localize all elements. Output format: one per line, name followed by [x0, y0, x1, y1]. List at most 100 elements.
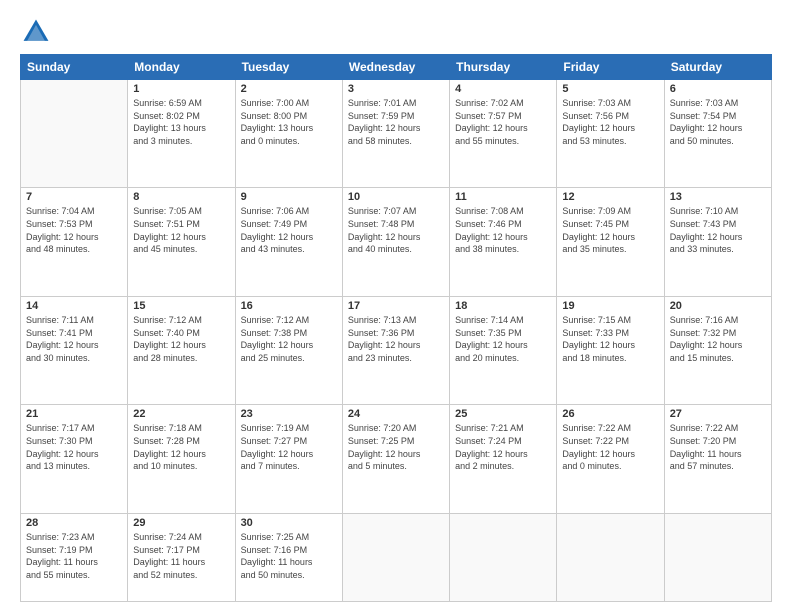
- day-number: 3: [348, 83, 444, 95]
- calendar-cell: 10 Sunrise: 7:07 AM Sunset: 7:48 PM Dayli…: [342, 188, 449, 296]
- day-number: 8: [133, 191, 229, 203]
- day-info: Sunrise: 7:17 AM Sunset: 7:30 PM Dayligh…: [26, 422, 122, 472]
- day-number: 1: [133, 83, 229, 95]
- day-number: 13: [670, 191, 766, 203]
- calendar-cell: 28 Sunrise: 7:23 AM Sunset: 7:19 PM Dayli…: [21, 513, 128, 601]
- calendar-cell: [557, 513, 664, 601]
- week-row-3: 14 Sunrise: 7:11 AM Sunset: 7:41 PM Dayli…: [21, 296, 772, 404]
- day-info: Sunrise: 6:59 AM Sunset: 8:02 PM Dayligh…: [133, 97, 229, 147]
- day-info: Sunrise: 7:22 AM Sunset: 7:22 PM Dayligh…: [562, 422, 658, 472]
- calendar-cell: 9 Sunrise: 7:06 AM Sunset: 7:49 PM Daylig…: [235, 188, 342, 296]
- day-number: 27: [670, 408, 766, 420]
- calendar-cell: 6Sunrise: 7:03 AM Sunset: 7:54 PM Daylig…: [664, 80, 771, 188]
- weekday-header-friday: Friday: [557, 55, 664, 80]
- day-info: Sunrise: 7:18 AM Sunset: 7:28 PM Dayligh…: [133, 422, 229, 472]
- weekday-header-saturday: Saturday: [664, 55, 771, 80]
- day-number: 2: [241, 83, 337, 95]
- calendar-cell: 14 Sunrise: 7:11 AM Sunset: 7:41 PM Dayli…: [21, 296, 128, 404]
- day-number: 14: [26, 300, 122, 312]
- calendar-cell: 18 Sunrise: 7:14 AM Sunset: 7:35 PM Dayli…: [450, 296, 557, 404]
- calendar-cell: 15 Sunrise: 7:12 AM Sunset: 7:40 PM Dayli…: [128, 296, 235, 404]
- header: [20, 16, 772, 48]
- day-number: 12: [562, 191, 658, 203]
- logo: [20, 16, 56, 48]
- calendar-cell: 25Sunrise: 7:21 AM Sunset: 7:24 PM Dayli…: [450, 405, 557, 513]
- day-number: 10: [348, 191, 444, 203]
- day-info: Sunrise: 7:20 AM Sunset: 7:25 PM Dayligh…: [348, 422, 444, 472]
- calendar-cell: 3 Sunrise: 7:01 AM Sunset: 7:59 PM Daylig…: [342, 80, 449, 188]
- day-info: Sunrise: 7:12 AM Sunset: 7:38 PM Dayligh…: [241, 314, 337, 364]
- calendar-cell: [21, 80, 128, 188]
- calendar-cell: 22Sunrise: 7:18 AM Sunset: 7:28 PM Dayli…: [128, 405, 235, 513]
- calendar-cell: 1 Sunrise: 6:59 AM Sunset: 8:02 PM Daylig…: [128, 80, 235, 188]
- day-number: 26: [562, 408, 658, 420]
- calendar-cell: 19 Sunrise: 7:15 AM Sunset: 7:33 PM Dayli…: [557, 296, 664, 404]
- calendar-cell: 12 Sunrise: 7:09 AM Sunset: 7:45 PM Dayli…: [557, 188, 664, 296]
- day-number: 19: [562, 300, 658, 312]
- day-info: Sunrise: 7:22 AM Sunset: 7:20 PM Dayligh…: [670, 422, 766, 472]
- day-info: Sunrise: 7:15 AM Sunset: 7:33 PM Dayligh…: [562, 314, 658, 364]
- day-info: Sunrise: 7:13 AM Sunset: 7:36 PM Dayligh…: [348, 314, 444, 364]
- calendar-cell: 4Sunrise: 7:02 AM Sunset: 7:57 PM Daylig…: [450, 80, 557, 188]
- week-row-4: 21 Sunrise: 7:17 AM Sunset: 7:30 PM Dayli…: [21, 405, 772, 513]
- page: SundayMondayTuesdayWednesdayThursdayFrid…: [0, 0, 792, 612]
- day-number: 21: [26, 408, 122, 420]
- calendar-cell: 24 Sunrise: 7:20 AM Sunset: 7:25 PM Dayli…: [342, 405, 449, 513]
- day-number: 9: [241, 191, 337, 203]
- day-info: Sunrise: 7:19 AM Sunset: 7:27 PM Dayligh…: [241, 422, 337, 472]
- calendar-cell: 16Sunrise: 7:12 AM Sunset: 7:38 PM Dayli…: [235, 296, 342, 404]
- day-info: Sunrise: 7:05 AM Sunset: 7:51 PM Dayligh…: [133, 205, 229, 255]
- week-row-5: 28 Sunrise: 7:23 AM Sunset: 7:19 PM Dayli…: [21, 513, 772, 601]
- day-info: Sunrise: 7:24 AM Sunset: 7:17 PM Dayligh…: [133, 531, 229, 581]
- day-info: Sunrise: 7:09 AM Sunset: 7:45 PM Dayligh…: [562, 205, 658, 255]
- day-number: 18: [455, 300, 551, 312]
- weekday-header-thursday: Thursday: [450, 55, 557, 80]
- day-info: Sunrise: 7:10 AM Sunset: 7:43 PM Dayligh…: [670, 205, 766, 255]
- calendar-cell: 11 Sunrise: 7:08 AM Sunset: 7:46 PM Dayli…: [450, 188, 557, 296]
- weekday-header-wednesday: Wednesday: [342, 55, 449, 80]
- day-number: 28: [26, 517, 122, 529]
- weekday-header-monday: Monday: [128, 55, 235, 80]
- calendar-cell: 2 Sunrise: 7:00 AM Sunset: 8:00 PM Daylig…: [235, 80, 342, 188]
- day-number: 24: [348, 408, 444, 420]
- day-info: Sunrise: 7:01 AM Sunset: 7:59 PM Dayligh…: [348, 97, 444, 147]
- day-info: Sunrise: 7:16 AM Sunset: 7:32 PM Dayligh…: [670, 314, 766, 364]
- day-info: Sunrise: 7:07 AM Sunset: 7:48 PM Dayligh…: [348, 205, 444, 255]
- calendar-cell: 17 Sunrise: 7:13 AM Sunset: 7:36 PM Dayli…: [342, 296, 449, 404]
- day-number: 5: [562, 83, 658, 95]
- day-number: 17: [348, 300, 444, 312]
- day-number: 29: [133, 517, 229, 529]
- day-number: 15: [133, 300, 229, 312]
- day-number: 6: [670, 83, 766, 95]
- day-number: 7: [26, 191, 122, 203]
- day-number: 23: [241, 408, 337, 420]
- day-info: Sunrise: 7:14 AM Sunset: 7:35 PM Dayligh…: [455, 314, 551, 364]
- day-info: Sunrise: 7:21 AM Sunset: 7:24 PM Dayligh…: [455, 422, 551, 472]
- day-info: Sunrise: 7:00 AM Sunset: 8:00 PM Dayligh…: [241, 97, 337, 147]
- calendar-cell: [450, 513, 557, 601]
- day-info: Sunrise: 7:25 AM Sunset: 7:16 PM Dayligh…: [241, 531, 337, 581]
- day-info: Sunrise: 7:03 AM Sunset: 7:56 PM Dayligh…: [562, 97, 658, 147]
- calendar-cell: 29 Sunrise: 7:24 AM Sunset: 7:17 PM Dayli…: [128, 513, 235, 601]
- week-row-2: 7 Sunrise: 7:04 AM Sunset: 7:53 PM Daylig…: [21, 188, 772, 296]
- day-info: Sunrise: 7:06 AM Sunset: 7:49 PM Dayligh…: [241, 205, 337, 255]
- logo-icon: [20, 16, 52, 48]
- day-info: Sunrise: 7:08 AM Sunset: 7:46 PM Dayligh…: [455, 205, 551, 255]
- weekday-header-row: SundayMondayTuesdayWednesdayThursdayFrid…: [21, 55, 772, 80]
- day-info: Sunrise: 7:04 AM Sunset: 7:53 PM Dayligh…: [26, 205, 122, 255]
- weekday-header-tuesday: Tuesday: [235, 55, 342, 80]
- calendar-cell: 26 Sunrise: 7:22 AM Sunset: 7:22 PM Dayli…: [557, 405, 664, 513]
- day-info: Sunrise: 7:23 AM Sunset: 7:19 PM Dayligh…: [26, 531, 122, 581]
- calendar-table: SundayMondayTuesdayWednesdayThursdayFrid…: [20, 54, 772, 602]
- calendar-cell: 27 Sunrise: 7:22 AM Sunset: 7:20 PM Dayli…: [664, 405, 771, 513]
- calendar-cell: 8 Sunrise: 7:05 AM Sunset: 7:51 PM Daylig…: [128, 188, 235, 296]
- calendar-cell: 13 Sunrise: 7:10 AM Sunset: 7:43 PM Dayli…: [664, 188, 771, 296]
- day-info: Sunrise: 7:11 AM Sunset: 7:41 PM Dayligh…: [26, 314, 122, 364]
- day-number: 11: [455, 191, 551, 203]
- calendar-cell: 20Sunrise: 7:16 AM Sunset: 7:32 PM Dayli…: [664, 296, 771, 404]
- day-info: Sunrise: 7:12 AM Sunset: 7:40 PM Dayligh…: [133, 314, 229, 364]
- day-info: Sunrise: 7:02 AM Sunset: 7:57 PM Dayligh…: [455, 97, 551, 147]
- calendar-cell: 23 Sunrise: 7:19 AM Sunset: 7:27 PM Dayli…: [235, 405, 342, 513]
- weekday-header-sunday: Sunday: [21, 55, 128, 80]
- calendar-cell: [664, 513, 771, 601]
